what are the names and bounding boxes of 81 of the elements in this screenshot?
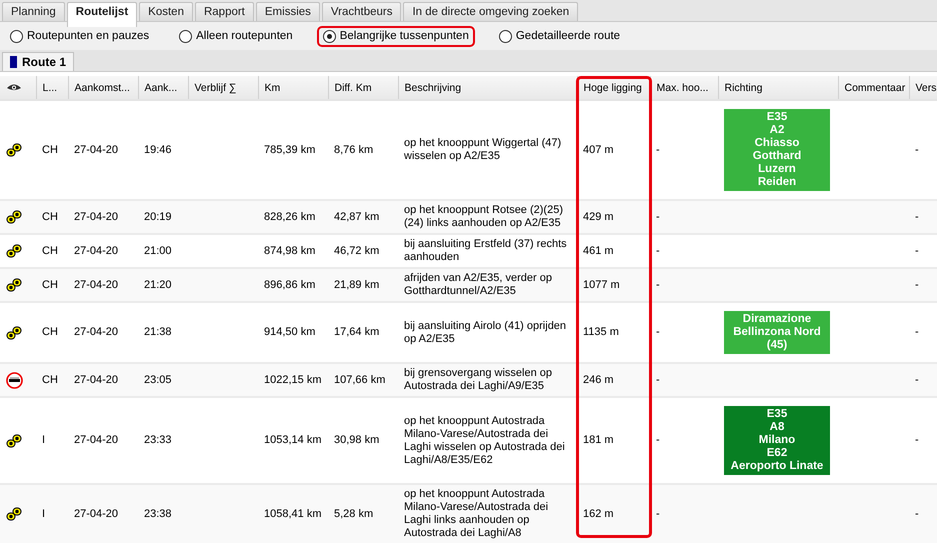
- radio-label: Routepunten en pauzes: [27, 30, 150, 42]
- radio-option[interactable]: Routepunten en pauzes: [4, 26, 156, 46]
- table-cell: 27-04-20: [68, 484, 138, 543]
- border-sign-icon: [6, 372, 23, 388]
- direction-sign: E35 A8 Milano E62 Aeroporto Linate: [724, 406, 830, 475]
- table-cell: op het knooppunt Rotsee (2)(25)(24) links aanhouden op A2/E35: [398, 200, 577, 234]
- table-cell: 27-04-20: [68, 200, 138, 234]
- column-header[interactable]: Beschrijving: [398, 76, 577, 100]
- table-cell: 5,28 km: [328, 484, 398, 543]
- radio-button[interactable]: [10, 30, 23, 42]
- chain-icon: [6, 143, 22, 157]
- tab[interactable]: Planning: [2, 2, 65, 21]
- chain-icon: [6, 210, 22, 224]
- tab[interactable]: Vrachtbeurs: [322, 2, 402, 21]
- direction-sign: Diramazione Bellinzona Nord (45): [724, 311, 830, 354]
- route-tab[interactable]: Route 1: [2, 52, 74, 71]
- table-cell: 896,86 km: [258, 268, 328, 302]
- eye-icon: [6, 83, 22, 92]
- tab[interactable]: Routelijst: [66, 2, 138, 27]
- table-cell: CH: [36, 200, 68, 234]
- table-cell: 21:20: [138, 268, 188, 302]
- radio-option[interactable]: Alleen routepunten: [173, 26, 299, 46]
- chain-icon: [6, 278, 22, 292]
- tab[interactable]: Kosten: [139, 2, 193, 21]
- table-cell: CH: [36, 268, 68, 302]
- column-header[interactable]: L...: [36, 76, 68, 100]
- table-cell: 27-04-20: [68, 268, 138, 302]
- column-header[interactable]: Aank...: [138, 76, 188, 100]
- column-header[interactable]: Verblijf ∑: [188, 76, 258, 100]
- radio-label: Alleen routepunten: [196, 30, 293, 42]
- eye-column-header[interactable]: [0, 76, 36, 100]
- radio-option[interactable]: Belangrijke tussenpunten: [316, 26, 475, 46]
- table-cell: 42,87 km: [328, 200, 398, 234]
- table-cell: -: [650, 268, 718, 302]
- column-header[interactable]: Max. hoo...: [650, 76, 718, 100]
- column-header[interactable]: Commentaar: [838, 76, 909, 100]
- table-cell: 27-04-20: [68, 363, 138, 397]
- table-cell: -: [650, 484, 718, 543]
- radio-label: Gedetailleerde route: [516, 30, 620, 42]
- table-cell: -: [909, 484, 937, 543]
- table-cell: 1022,15 km: [258, 363, 328, 397]
- table-cell: 828,26 km: [258, 200, 328, 234]
- table-cell: 1058,41 km: [258, 484, 328, 543]
- table-cell: 20:19: [138, 200, 188, 234]
- radio-label: Belangrijke tussenpunten: [340, 30, 469, 42]
- table-cell: I: [36, 484, 68, 543]
- table-cell: 23:38: [138, 484, 188, 543]
- table-cell: -: [909, 363, 937, 397]
- radio-button[interactable]: [322, 30, 336, 42]
- table-cell: -: [650, 363, 718, 397]
- radio-button[interactable]: [179, 30, 192, 42]
- route-tab-label: Route 1: [22, 55, 66, 69]
- direction-sign: E35 A2 Chiasso Gotthard Luzern Reiden: [724, 109, 830, 191]
- table-cell: 23:05: [138, 363, 188, 397]
- table-cell: 162 m: [577, 484, 650, 543]
- table-cell: 1077 m: [577, 268, 650, 302]
- chain-icon: [6, 434, 22, 448]
- column-header[interactable]: Diff. Km: [328, 76, 398, 100]
- chain-icon: [6, 244, 22, 258]
- table-cell: 107,66 km: [328, 363, 398, 397]
- table-cell: -: [650, 200, 718, 234]
- tab[interactable]: In de directe omgeving zoeken: [403, 2, 578, 21]
- radio-option[interactable]: Gedetailleerde route: [492, 26, 626, 46]
- table-cell: op het knooppunt Autostrada Milano-Varese/Autostrada dei Laghi links aanhouden op Autostrada dei Laghi/A8: [398, 484, 577, 543]
- column-header[interactable]: Km: [258, 76, 328, 100]
- tab[interactable]: Rapport: [194, 2, 254, 21]
- chain-icon: [6, 507, 22, 521]
- column-header[interactable]: Vers: [909, 76, 937, 100]
- chain-icon: [6, 326, 22, 340]
- table-cell: -: [909, 200, 937, 234]
- tab[interactable]: Emissies: [256, 2, 320, 21]
- column-header[interactable]: Richting: [718, 76, 838, 100]
- table-cell: 21,89 km: [328, 268, 398, 302]
- table-cell: bij grensovergang wisselen op Autostrada dei Laghi/A9/E35: [398, 363, 577, 397]
- column-header[interactable]: Aankomst...: [68, 76, 138, 100]
- table-cell: 246 m: [577, 363, 650, 397]
- table-cell: 429 m: [577, 200, 650, 234]
- table-cell: -: [909, 268, 937, 302]
- radio-button[interactable]: [498, 30, 512, 42]
- table-cell: afrijden van A2/E35, verder op Gotthardtunnel/A2/E35: [398, 268, 577, 302]
- table-cell: CH: [36, 363, 68, 397]
